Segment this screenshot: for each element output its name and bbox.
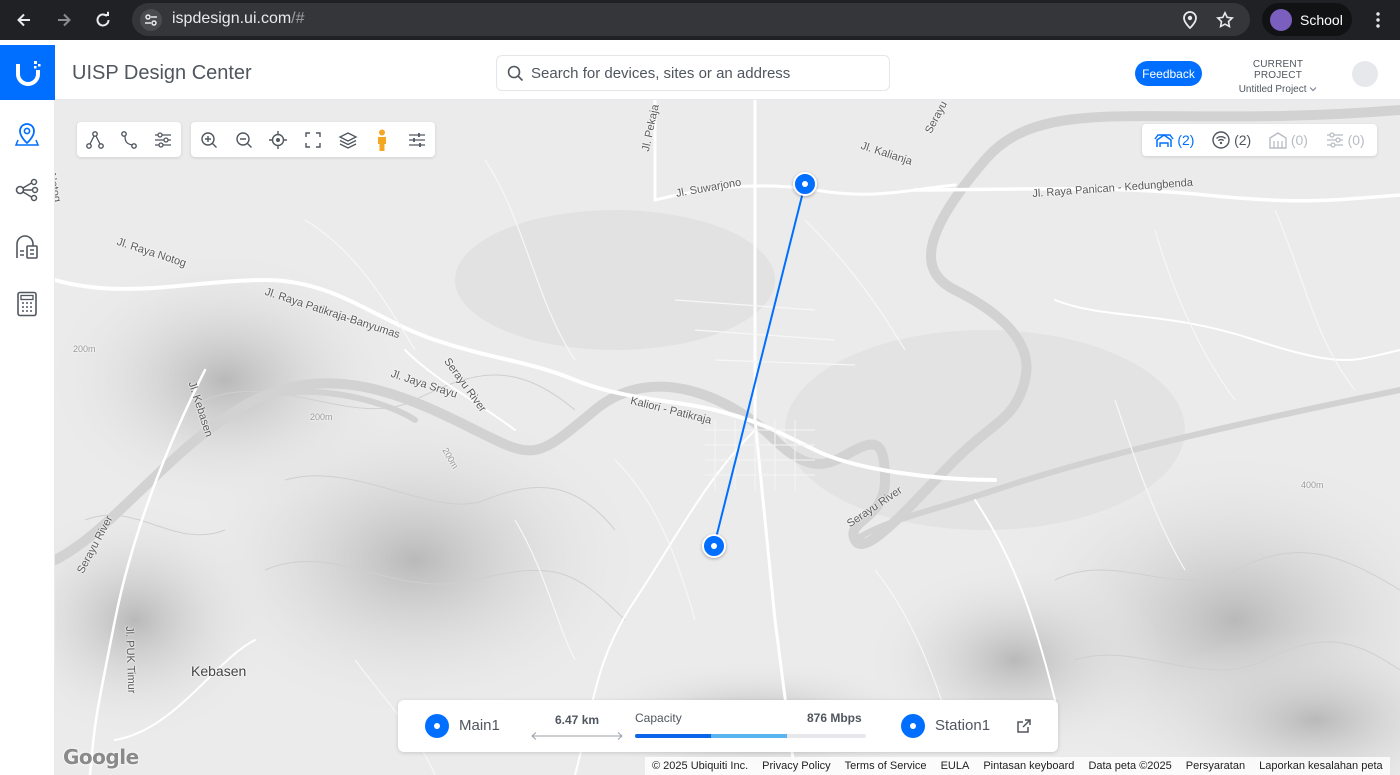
location-pin-icon[interactable] [1180,10,1200,30]
report-error-link[interactable]: Laporkan kesalahan peta [1252,760,1390,772]
filters-count[interactable]: (0) [1325,131,1365,149]
current-project-selector[interactable]: CURRENT PROJECT Untitled Project [1228,59,1328,95]
conditions-link[interactable]: Persyaratan [1179,760,1252,772]
map-label-town: Kebasen [191,663,247,679]
keyboard-shortcuts-link[interactable]: Pintasan keyboard [976,760,1081,772]
map-entity-counts: (2) (2) (0) (0) [1142,124,1377,156]
profile-button[interactable]: School [1262,3,1352,36]
link-distance: 6.47 km [555,713,600,727]
layers-icon[interactable] [335,127,360,152]
app-title: UISP Design Center [72,62,252,84]
network-draw-icon[interactable] [83,127,107,152]
back-icon[interactable] [12,8,36,32]
site-b-marker-icon [901,714,925,738]
wireless-count[interactable]: (2) [1211,131,1251,149]
map-toolbar [191,122,435,157]
feedback-button[interactable]: Feedback [1135,61,1202,86]
eula-link[interactable]: EULA [934,760,977,772]
google-logo: Google [63,745,139,769]
bookmark-star-icon[interactable] [1215,10,1235,30]
contour-label: 200m [310,412,333,422]
search-box[interactable] [496,55,890,91]
devices-icon[interactable] [13,233,41,261]
capacity-value: 876 Mbps [807,711,862,725]
distance-arrow-icon [531,732,623,740]
buildings-count[interactable]: (0) [1268,131,1308,149]
capacity-bar-fill-primary [635,734,712,738]
privacy-link[interactable]: Privacy Policy [755,760,837,772]
site-marker-station1[interactable] [793,172,817,196]
sites-count[interactable]: (2) [1154,132,1194,148]
browser-toolbar: ispdesign.ui.com/# School [0,0,1400,40]
map-canvas[interactable]: Jl. Pekaja Notog Jl. Raya Notog Jl. Suwa… [55,100,1400,775]
site-group-icon [1154,134,1174,147]
link-draw-icon[interactable] [117,127,141,152]
chevron-down-icon [1309,87,1317,92]
filter-settings-icon[interactable] [151,127,175,152]
user-avatar[interactable] [1352,61,1378,87]
sites-count-value: (2) [1177,132,1195,148]
side-navigation [0,100,55,775]
map-data-text: Data peta ©2025 [1088,760,1172,772]
site-marker-main1[interactable] [702,534,726,558]
ubiquiti-logo-icon[interactable] [0,45,55,100]
search-icon [507,65,524,82]
drawing-toolbar [77,122,181,157]
forward-icon[interactable] [52,8,76,32]
copyright-text: © 2025 Ubiquiti Inc. [652,760,749,772]
filter-sliders-icon [1326,132,1343,148]
map-terrain [55,100,1400,775]
site-a-name[interactable]: Main1 [459,717,500,734]
locate-icon[interactable] [266,127,291,152]
open-external-icon[interactable] [1015,717,1033,735]
map-attribution: © 2025 Ubiquiti Inc. Privacy Policy Term… [645,757,1390,775]
profile-name: School [1300,11,1343,28]
street-view-pegman-icon[interactable] [370,127,395,152]
site-settings-icon[interactable] [140,9,162,31]
buildings-count-value: (0) [1290,132,1308,148]
reload-icon[interactable] [91,8,115,32]
capacity-label: Capacity [635,711,682,725]
building-icon [1269,132,1287,149]
filters-count-value: (0) [1347,132,1365,148]
capacity-bar [635,734,866,738]
project-name[interactable]: Untitled Project [1228,84,1328,95]
url-text: ispdesign.ui.com/# [172,10,305,28]
link-summary-panel[interactable]: Main1 6.47 km Capacity 876 Mbps Station1 [398,700,1058,752]
map-view-icon[interactable] [13,120,41,148]
url-path: /# [291,10,305,27]
capacity-bar-fill-secondary [711,734,788,738]
topology-icon[interactable] [13,176,41,204]
app-header: UISP Design Center Feedback CURRENT PROJ… [0,45,1400,100]
map-label: Jl. PUK Timur [123,626,138,694]
map-settings-icon[interactable] [404,127,429,152]
wireless-count-value: (2) [1234,132,1252,148]
project-name-text: Untitled Project [1238,84,1307,95]
browser-menu-icon[interactable] [1366,8,1390,32]
terms-link[interactable]: Terms of Service [838,760,934,772]
url-host: ispdesign.ui.com [172,10,292,27]
wifi-icon [1212,131,1230,149]
zoom-in-icon[interactable] [197,127,222,152]
site-b-name[interactable]: Station1 [935,717,990,734]
site-a-marker-icon [425,714,449,738]
fullscreen-icon[interactable] [301,127,326,152]
current-project-label: CURRENT PROJECT [1252,59,1304,81]
profile-avatar-icon [1270,8,1292,31]
contour-label: 400m [1301,480,1324,490]
search-input[interactable] [531,60,881,86]
contour-label: 200m [73,344,96,354]
calculator-icon[interactable] [13,290,41,318]
address-bar[interactable]: ispdesign.ui.com/# [132,3,1250,36]
zoom-out-icon[interactable] [232,127,257,152]
